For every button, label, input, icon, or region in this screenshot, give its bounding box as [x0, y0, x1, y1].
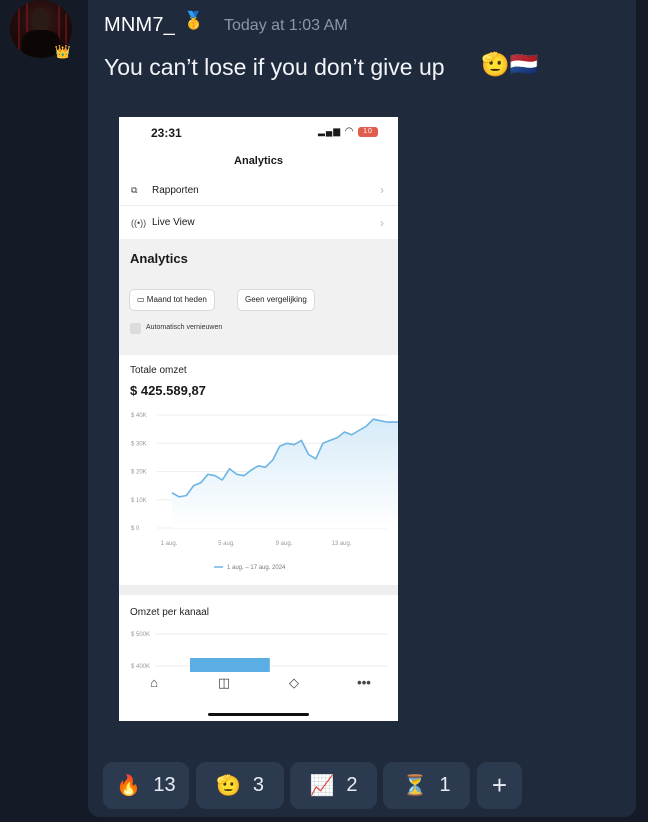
row-rapporten: ⧉ Rapporten › [119, 175, 398, 206]
username[interactable]: MNM7_ [104, 14, 175, 37]
message-text: You can’t lose if you don’t give up [104, 54, 445, 80]
section-divider [119, 585, 398, 595]
signal-icon: ▂▄▆ [318, 126, 342, 136]
x-tick-label: 9 aug. [276, 541, 293, 547]
fire-icon: 🔥 [116, 775, 142, 797]
tag-icon: ◇ [289, 675, 299, 690]
reaction-fire[interactable]: 🔥 13 [103, 762, 189, 809]
screen-title: Analytics [234, 155, 283, 167]
y-tick-label: $ 40K [131, 413, 147, 419]
home-icon: ⌂ [150, 675, 158, 690]
chart-up-icon: 📈 [309, 775, 335, 797]
crown-icon: 👑 [54, 44, 72, 59]
reaction-hourglass[interactable]: ⏳ 1 [383, 762, 470, 809]
message-emojis: 🫡🇳🇱 [481, 51, 539, 77]
channel-sales-label: Omzet per kanaal [130, 607, 209, 618]
hourglass-icon: ⏳ [402, 775, 428, 797]
row-live-view: ((•)) Live View › [119, 207, 398, 238]
row-label: Live View [152, 217, 195, 228]
analytics-heading: Analytics [130, 251, 188, 266]
reaction-chart[interactable]: 📈 2 [290, 762, 377, 809]
sales-chart: $ 40K $ 30K $ 20K $ 10K $ 0 1 aug. 5 aug. 9 aug… [131, 413, 398, 571]
auto-refresh-checkbox [130, 323, 141, 334]
reaction-count: 1 [439, 774, 451, 796]
status-icons: ▂▄▆ ◠ 10 [318, 126, 378, 137]
inbox-icon: ◫ [217, 675, 231, 690]
y-tick-label: $ 10K [131, 498, 147, 504]
y-tick-label: $ 30K [131, 441, 147, 447]
reaction-count: 13 [153, 774, 176, 796]
wifi-icon: ◠ [344, 126, 355, 137]
total-sales-value: $ 425.589,87 [130, 383, 206, 398]
row-label: Rapporten [152, 184, 199, 196]
more-icon: ••• [357, 675, 371, 690]
status-time: 23:31 [151, 126, 182, 140]
reaction-count: 3 [252, 774, 265, 796]
calendar-icon: ▭ [137, 295, 145, 304]
analytics-controls: Analytics ▭ Maand tot heden Geen vergeli… [119, 239, 398, 355]
total-sales-card: Totale omzet $ 425.589,87 $ 40K $ 30K $ 20… [119, 355, 398, 583]
medal-icon: 🥇 [183, 11, 205, 30]
chevron-right-icon: › [380, 183, 384, 197]
add-reaction-button[interactable]: + [477, 762, 522, 809]
x-tick-label: 13 aug. [331, 541, 351, 547]
reaction-count: 2 [346, 774, 358, 796]
period-pill: ▭ Maand tot heden [129, 289, 215, 311]
total-sales-label: Totale omzet [130, 365, 187, 376]
series-area [172, 419, 398, 528]
tab-bar: ⌂ ◫ ◇ ••• [119, 669, 398, 699]
reaction-salute[interactable]: 🫡 3 [196, 762, 284, 809]
home-indicator [208, 713, 309, 716]
x-tick-label: 1 aug. [161, 541, 178, 547]
battery-icon: 10 [358, 126, 378, 137]
live-view-icon: ((•)) [131, 217, 147, 228]
auto-refresh-label: Automatisch vernieuwen [146, 324, 223, 331]
period-label: Maand tot heden [146, 295, 207, 304]
x-tick-label: 5 aug. [218, 541, 235, 547]
salute-icon: 🫡 [215, 775, 241, 797]
attached-screenshot[interactable]: 23:31 ▂▄▆ ◠ 10 Analytics ⧉ Rapporten › (… [119, 117, 398, 721]
chevron-right-icon: › [380, 215, 384, 230]
report-icon: ⧉ [131, 184, 138, 195]
legend-label: 1 aug. – 17 aug. 2024 [227, 565, 286, 571]
y-tick-label: $ 0 [131, 526, 140, 532]
y-tick-label: $ 500K [131, 632, 150, 638]
message-timestamp: Today at 1:03 AM [224, 17, 348, 34]
compare-pill: Geen vergelijking [237, 289, 315, 311]
y-tick-label: $ 20K [131, 470, 147, 476]
